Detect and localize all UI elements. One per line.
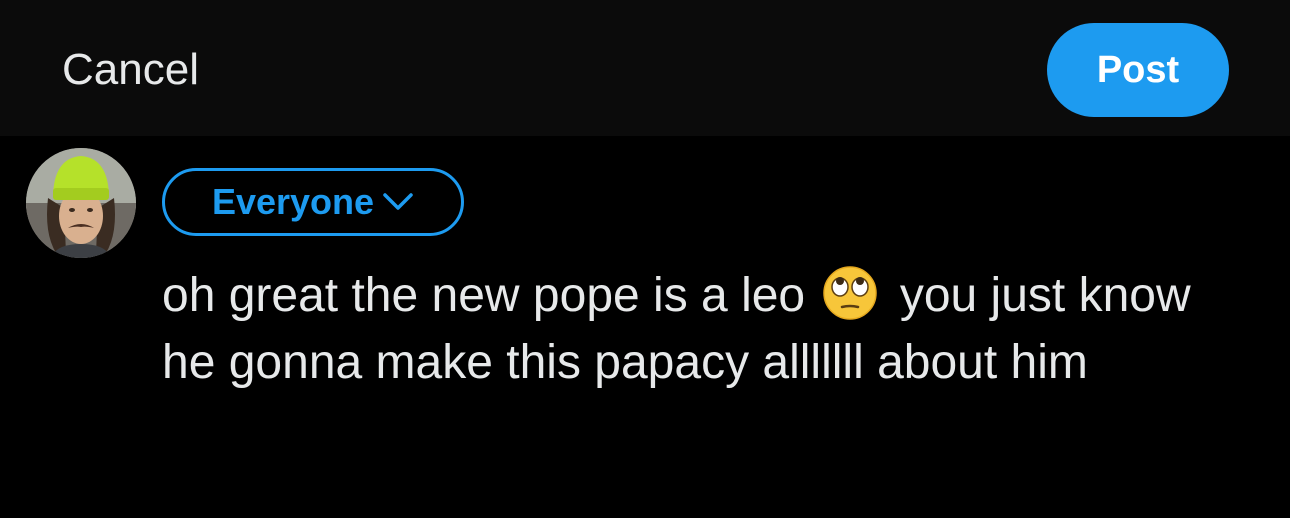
audience-label: Everyone (211, 181, 375, 222)
audience-selector-button[interactable]: Everyone (162, 168, 464, 236)
avatar[interactable] (26, 148, 136, 258)
post-text-part-1: oh great the new pope is a leo (162, 269, 806, 322)
compose-post-screen: Cancel Post Everyone oh great the new po… (0, 0, 1290, 518)
post-button[interactable]: Post (1047, 23, 1229, 117)
chevron-down-icon (382, 191, 414, 213)
avatar-image (26, 148, 136, 258)
top-bar: Cancel Post (0, 0, 1290, 136)
face-with-rolling-eyes-icon (820, 265, 880, 321)
cancel-button[interactable]: Cancel (62, 44, 199, 96)
post-text-field[interactable]: oh great the new pope is a leo you just … (162, 262, 1252, 396)
